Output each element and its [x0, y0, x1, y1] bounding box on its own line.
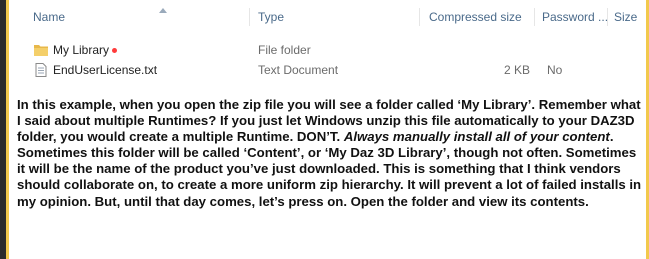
- column-header-row: Name Type Compressed size Password ... S…: [9, 4, 646, 30]
- caption-italic: Always manually install all of your cont…: [343, 129, 610, 145]
- column-header-compressed-size[interactable]: Compressed size: [429, 4, 522, 30]
- file-type: File folder: [258, 43, 311, 57]
- screenshot-frame: Name Type Compressed size Password ... S…: [6, 0, 649, 259]
- file-compressed-size: 2 KB: [504, 63, 531, 77]
- folder-icon: [34, 45, 48, 56]
- column-header-name[interactable]: Name: [33, 4, 65, 30]
- column-header-size[interactable]: Size: [614, 4, 637, 30]
- column-divider[interactable]: [534, 8, 535, 26]
- column-divider[interactable]: [419, 8, 420, 26]
- file-password: No: [547, 63, 563, 77]
- column-header-type[interactable]: Type: [258, 4, 284, 30]
- column-header-password[interactable]: Password ...: [542, 4, 608, 30]
- file-name: My Library: [53, 40, 118, 60]
- annotation-dot: [112, 48, 118, 54]
- column-divider[interactable]: [249, 8, 250, 26]
- file-row-enduserlicense[interactable]: EndUserLicense.txt Text Document 2 KB No: [9, 60, 646, 80]
- caption-text: In this example, when you open the zip f…: [17, 97, 645, 210]
- sort-ascending-icon: [159, 8, 167, 13]
- file-row-my-library[interactable]: My Library File folder: [9, 40, 646, 60]
- column-divider[interactable]: [607, 8, 608, 26]
- file-name: EndUserLicense.txt: [53, 63, 158, 77]
- file-type: Text Document: [258, 63, 339, 77]
- text-document-icon: [35, 63, 47, 77]
